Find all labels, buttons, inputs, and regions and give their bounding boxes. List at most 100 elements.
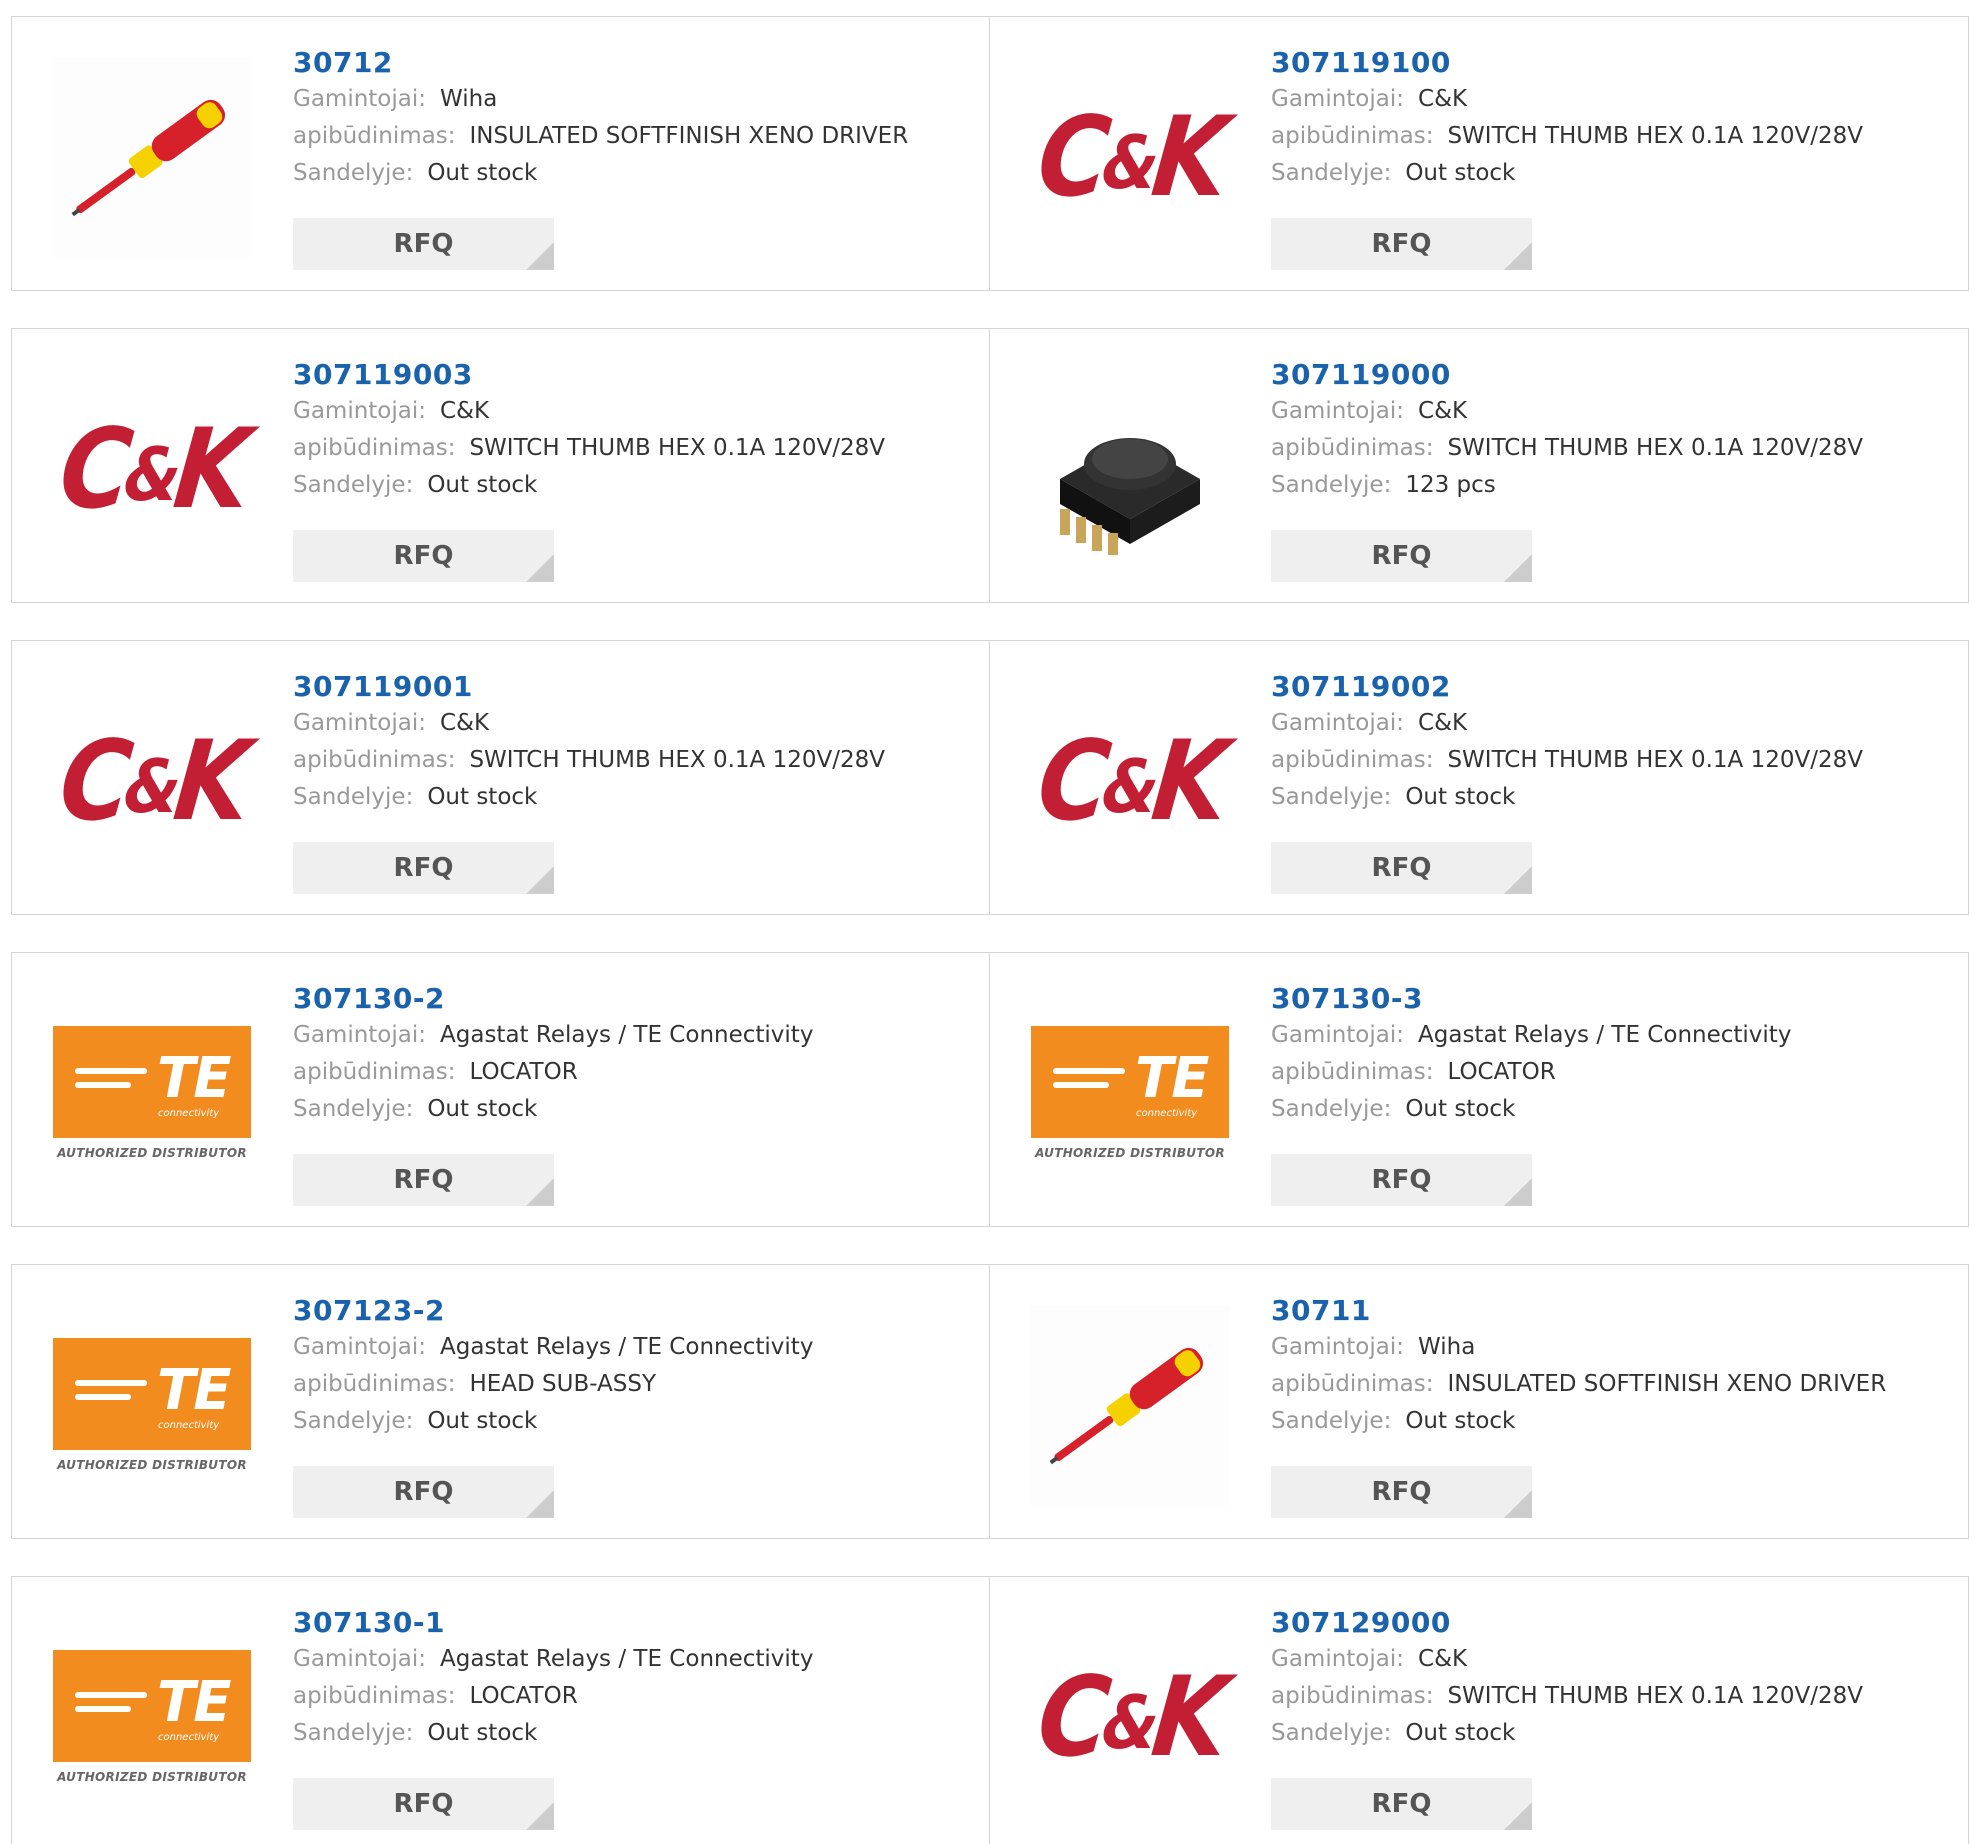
product-row: C&K 307119003 Gamintojai: C&K apibūdinima… xyxy=(11,328,1969,603)
description-label: apibūdinimas: xyxy=(293,1683,456,1709)
ck-logo-icon: C&K xyxy=(53,404,251,534)
rfq-button[interactable]: RFQ xyxy=(1271,1466,1532,1518)
product-image[interactable]: TE connectivity AUTHORIZED DISTRIBUTOR xyxy=(1030,993,1230,1193)
stock-value: Out stock xyxy=(427,160,538,186)
product-image[interactable]: C&K xyxy=(1030,1617,1230,1817)
description-value: SWITCH THUMB HEX 0.1A 120V/28V xyxy=(1447,123,1863,149)
part-number-link[interactable]: 307119002 xyxy=(1271,669,1863,705)
manufacturer-row: Gamintojai: Wiha xyxy=(1271,1329,1886,1366)
rfq-button[interactable]: RFQ xyxy=(1271,1778,1532,1830)
stock-label: Sandelyje: xyxy=(1271,1096,1392,1122)
corner-triangle-icon xyxy=(526,1178,554,1206)
stock-label: Sandelyje: xyxy=(293,1096,414,1122)
product-info: 307119001 Gamintojai: C&K apibūdinimas: SW… xyxy=(293,669,885,816)
manufacturer-row: Gamintojai: Wiha xyxy=(293,81,908,118)
stock-value: Out stock xyxy=(427,1408,538,1434)
description-label: apibūdinimas: xyxy=(293,1059,456,1085)
stock-label: Sandelyje: xyxy=(293,160,414,186)
part-number-link[interactable]: 30711 xyxy=(1271,1293,1886,1329)
rfq-button[interactable]: RFQ xyxy=(293,1778,554,1830)
part-number-link[interactable]: 307119001 xyxy=(293,669,885,705)
description-row: apibūdinimas: SWITCH THUMB HEX 0.1A 120V/… xyxy=(1271,430,1863,467)
description-row: apibūdinimas: SWITCH THUMB HEX 0.1A 120V/… xyxy=(1271,118,1863,155)
stock-row: Sandelyje: Out stock xyxy=(1271,779,1863,816)
product-image[interactable] xyxy=(1030,369,1230,569)
manufacturer-label: Gamintojai: xyxy=(1271,1022,1405,1048)
manufacturer-row: Gamintojai: Agastat Relays / TE Connectiv… xyxy=(293,1017,813,1054)
part-number-link[interactable]: 307119000 xyxy=(1271,357,1863,393)
rfq-button[interactable]: RFQ xyxy=(293,1466,554,1518)
description-label: apibūdinimas: xyxy=(1271,435,1434,461)
part-number-link[interactable]: 307130-1 xyxy=(293,1605,813,1641)
rfq-label: RFQ xyxy=(393,1165,454,1195)
stock-label: Sandelyje: xyxy=(1271,1720,1392,1746)
product-image[interactable]: C&K xyxy=(1030,681,1230,881)
part-number-link[interactable]: 307119003 xyxy=(293,357,885,393)
ck-logo-icon: C&K xyxy=(1031,92,1229,222)
product-image[interactable]: TE connectivity AUTHORIZED DISTRIBUTOR xyxy=(52,993,252,1193)
part-number-link[interactable]: 307119100 xyxy=(1271,45,1863,81)
rfq-label: RFQ xyxy=(393,1477,454,1507)
stock-label: Sandelyje: xyxy=(1271,784,1392,810)
product-card: C&K 307119001 Gamintojai: C&K apibūdinima… xyxy=(11,640,990,915)
rfq-button[interactable]: RFQ xyxy=(1271,842,1532,894)
product-row: TE connectivity AUTHORIZED DISTRIBUTOR 307… xyxy=(11,1576,1969,1844)
description-value: LOCATOR xyxy=(469,1059,578,1085)
rfq-button[interactable]: RFQ xyxy=(1271,530,1532,582)
product-image[interactable] xyxy=(52,57,252,257)
manufacturer-value: Wiha xyxy=(1418,1334,1476,1360)
stock-value: Out stock xyxy=(1405,1408,1516,1434)
thumbwheel-switch-icon xyxy=(1060,438,1200,555)
screwdriver-icon xyxy=(52,57,252,257)
rfq-button[interactable]: RFQ xyxy=(1271,218,1532,270)
corner-triangle-icon xyxy=(1504,866,1532,894)
rfq-label: RFQ xyxy=(1371,853,1432,883)
stock-row: Sandelyje: Out stock xyxy=(293,779,885,816)
product-image[interactable]: TE connectivity AUTHORIZED DISTRIBUTOR xyxy=(52,1305,252,1505)
stock-label: Sandelyje: xyxy=(293,472,414,498)
product-card: C&K 307119100 Gamintojai: C&K apibūdinima… xyxy=(990,16,1969,291)
description-label: apibūdinimas: xyxy=(1271,1059,1434,1085)
description-label: apibūdinimas: xyxy=(1271,747,1434,773)
te-logo-icon: TE connectivity AUTHORIZED DISTRIBUTOR xyxy=(52,1650,252,1784)
description-label: apibūdinimas: xyxy=(1271,1683,1434,1709)
rfq-label: RFQ xyxy=(393,229,454,259)
rfq-button[interactable]: RFQ xyxy=(1271,1154,1532,1206)
product-info: 30712 Gamintojai: Wiha apibūdinimas: INSUL… xyxy=(293,45,908,192)
corner-triangle-icon xyxy=(526,242,554,270)
rfq-label: RFQ xyxy=(1371,1165,1432,1195)
stock-row: Sandelyje: Out stock xyxy=(293,1091,813,1128)
manufacturer-row: Gamintojai: C&K xyxy=(1271,705,1863,742)
rfq-button[interactable]: RFQ xyxy=(293,530,554,582)
part-number-link[interactable]: 307130-3 xyxy=(1271,981,1791,1017)
part-number-link[interactable]: 307123-2 xyxy=(293,1293,813,1329)
rfq-button[interactable]: RFQ xyxy=(293,1154,554,1206)
description-value: SWITCH THUMB HEX 0.1A 120V/28V xyxy=(469,435,885,461)
part-number-link[interactable]: 30712 xyxy=(293,45,908,81)
product-image[interactable] xyxy=(1030,1305,1230,1505)
ck-logo-icon: C&K xyxy=(53,716,251,846)
manufacturer-row: Gamintojai: C&K xyxy=(293,705,885,742)
product-info: 30711 Gamintojai: Wiha apibūdinimas: INSUL… xyxy=(1271,1293,1886,1440)
product-card: C&K 307119003 Gamintojai: C&K apibūdinima… xyxy=(11,328,990,603)
product-image[interactable]: C&K xyxy=(52,681,252,881)
product-info: 307123-2 Gamintojai: Agastat Relays / TE … xyxy=(293,1293,813,1440)
rfq-button[interactable]: RFQ xyxy=(293,842,554,894)
manufacturer-label: Gamintojai: xyxy=(293,1022,427,1048)
product-image[interactable]: C&K xyxy=(1030,57,1230,257)
manufacturer-label: Gamintojai: xyxy=(1271,1646,1405,1672)
stock-row: Sandelyje: Out stock xyxy=(1271,155,1863,192)
manufacturer-label: Gamintojai: xyxy=(293,1334,427,1360)
part-number-link[interactable]: 307129000 xyxy=(1271,1605,1863,1641)
stock-value: Out stock xyxy=(1405,784,1516,810)
rfq-button[interactable]: RFQ xyxy=(293,218,554,270)
product-image[interactable]: C&K xyxy=(52,369,252,569)
stock-value: Out stock xyxy=(1405,1720,1516,1746)
description-row: apibūdinimas: INSULATED SOFTFINISH XENO D… xyxy=(1271,1366,1886,1403)
manufacturer-row: Gamintojai: C&K xyxy=(1271,1641,1863,1678)
description-row: apibūdinimas: INSULATED SOFTFINISH XENO D… xyxy=(293,118,908,155)
product-image[interactable]: TE connectivity AUTHORIZED DISTRIBUTOR xyxy=(52,1617,252,1817)
description-label: apibūdinimas: xyxy=(1271,123,1434,149)
part-number-link[interactable]: 307130-2 xyxy=(293,981,813,1017)
manufacturer-value: C&K xyxy=(1418,710,1468,736)
